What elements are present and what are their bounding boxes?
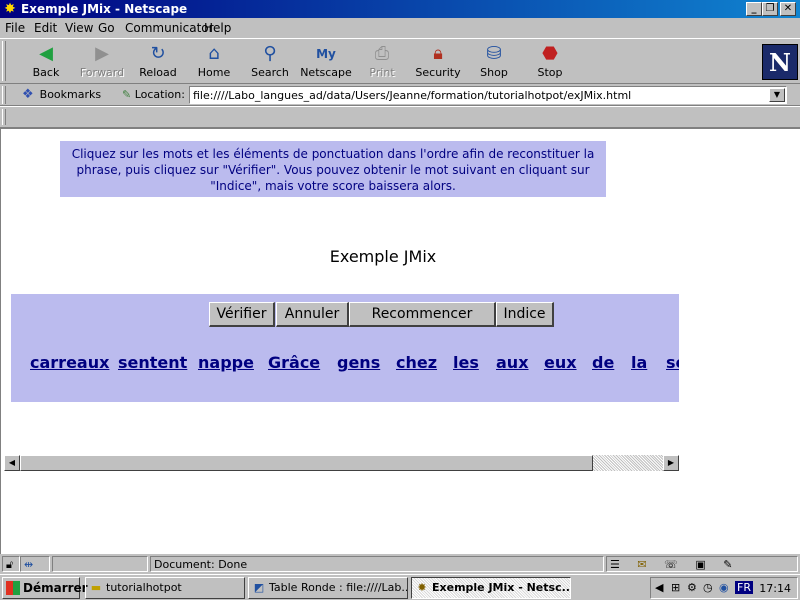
- location-input[interactable]: file:////Labo_langues_ad/data/Users/Jean…: [189, 86, 787, 104]
- location-bar: ❖ Bookmarks ✎ Location: file:////Labo_lan…: [0, 84, 800, 106]
- security-button[interactable]: 🔒︎ Security: [410, 43, 466, 83]
- word-tile[interactable]: se: [666, 353, 679, 372]
- tray-sync-icon[interactable]: ◷: [703, 581, 713, 594]
- personal-toolbar-grip[interactable]: [2, 109, 6, 125]
- my-netscape-icon: My: [316, 47, 336, 61]
- word-tile[interactable]: de: [592, 353, 614, 372]
- netscape-logo[interactable]: N: [762, 44, 798, 80]
- close-button[interactable]: ✕: [780, 2, 796, 16]
- progress-bar: [52, 556, 148, 572]
- lock-icon: 🔒︎: [433, 43, 443, 64]
- navigation-toolbar: ◀ Back ▶ Forward ↻ Reload ⌂ Home ⚲ Searc…: [0, 38, 800, 84]
- word-tile[interactable]: les: [453, 353, 479, 372]
- title-bar[interactable]: ✸ Exemple JMix - Netscape _ ❐ ✕: [0, 0, 800, 18]
- home-icon: ⌂: [208, 43, 220, 64]
- status-text: Document: Done: [150, 556, 604, 572]
- tray-eye-icon[interactable]: ◉: [719, 581, 729, 594]
- clock[interactable]: 17:14: [759, 582, 791, 595]
- hint-button[interactable]: Indice: [496, 302, 554, 327]
- volume-icon[interactable]: ◀: [655, 581, 663, 594]
- tray-app-icon[interactable]: ⊞: [671, 581, 680, 594]
- exercise-panel: Vérifier Annuler Recommencer Indice carr…: [11, 294, 679, 402]
- instructions-box: Cliquez sur les mots et les éléments de …: [60, 141, 606, 197]
- restart-button[interactable]: Recommencer: [349, 302, 496, 327]
- personal-toolbar: [0, 106, 800, 128]
- taskbar-item-folder[interactable]: ▬ tutorialhotpot: [85, 577, 245, 599]
- composer-icon[interactable]: ✎: [723, 558, 732, 571]
- scroll-left-button[interactable]: ◀: [4, 455, 20, 471]
- taskbar-item-table-ronde[interactable]: ◩ Table Ronde : file:////Lab...: [248, 577, 408, 599]
- word-tile[interactable]: carreaux: [30, 353, 109, 372]
- print-button[interactable]: ⎙ Print: [354, 43, 410, 83]
- exercise-title: Exemple JMix: [329, 247, 437, 266]
- scroll-right-button[interactable]: ▶: [663, 455, 679, 471]
- forward-button[interactable]: ▶ Forward: [74, 43, 130, 83]
- online-status-icon[interactable]: ⇹: [20, 556, 50, 572]
- system-tray: ◀ ⊞ ⚙ ◷ ◉ FR 17:14: [650, 577, 798, 599]
- word-tile[interactable]: sentent: [118, 353, 187, 372]
- search-button[interactable]: ⚲ Search: [242, 43, 298, 83]
- address-book-icon[interactable]: ▣: [695, 558, 705, 571]
- window-title: Exemple JMix - Netscape: [21, 2, 188, 16]
- reload-icon: ↻: [150, 43, 166, 64]
- home-button[interactable]: ⌂ Home: [186, 43, 242, 83]
- folder-icon: ▬: [90, 581, 102, 594]
- netscape-button[interactable]: My Netscape: [298, 43, 354, 83]
- word-tile[interactable]: Grâce: [268, 353, 320, 372]
- maximize-button[interactable]: ❐: [762, 2, 778, 16]
- menu-edit[interactable]: Edit: [34, 21, 57, 35]
- back-arrow-icon: ◀: [39, 43, 53, 64]
- shopping-bag-icon: ⛁: [486, 43, 502, 64]
- shop-button[interactable]: ⛁ Shop: [466, 43, 522, 83]
- page-proxy-icon[interactable]: ✎: [122, 88, 131, 101]
- forward-arrow-icon: ▶: [95, 43, 109, 64]
- reload-button[interactable]: ↻ Reload: [130, 43, 186, 83]
- horizontal-scrollbar[interactable]: ◀ ▶: [4, 455, 679, 471]
- menu-go[interactable]: Go: [98, 21, 115, 35]
- start-button[interactable]: Démarrer: [2, 577, 88, 599]
- word-tile[interactable]: chez: [396, 353, 437, 372]
- word-tile[interactable]: nappe: [198, 353, 254, 372]
- windows-taskbar: Démarrer ▬ tutorialhotpot ◩ Table Ronde …: [0, 574, 800, 600]
- back-button[interactable]: ◀ Back: [18, 43, 74, 83]
- verify-button[interactable]: Vérifier: [209, 302, 275, 327]
- navigator-icon[interactable]: ☰: [610, 558, 620, 571]
- menu-view[interactable]: View: [65, 21, 93, 35]
- location-grip[interactable]: [2, 86, 6, 104]
- stop-icon: ⬣: [542, 43, 558, 64]
- word-tile[interactable]: la: [631, 353, 647, 372]
- netscape-icon: ✸: [417, 581, 427, 594]
- scroll-thumb[interactable]: [20, 455, 593, 471]
- word-tile[interactable]: aux: [496, 353, 529, 372]
- menu-file[interactable]: File: [5, 21, 25, 35]
- undo-button[interactable]: Annuler: [276, 302, 349, 327]
- location-label: ✎ Location:: [122, 88, 185, 101]
- word-tile[interactable]: eux: [544, 353, 577, 372]
- toolbar-grip[interactable]: [2, 41, 6, 81]
- bookmarks-button[interactable]: ❖ Bookmarks: [22, 87, 101, 102]
- mail-icon[interactable]: ✉: [637, 558, 646, 571]
- taskbar-item-exemple-jmix[interactable]: ✸ Exemple JMix - Netsc...: [411, 577, 571, 599]
- location-dropdown-button[interactable]: ▼: [769, 88, 785, 102]
- windows-logo-icon: [6, 581, 20, 595]
- menu-help[interactable]: Help: [204, 21, 231, 35]
- netscape-app-icon: ✸: [4, 1, 16, 17]
- netscape-composer-icon: ◩: [253, 581, 265, 594]
- minimize-button[interactable]: _: [746, 2, 762, 16]
- bookmarks-icon: ❖: [22, 87, 34, 102]
- menu-communicator[interactable]: Communicator: [125, 21, 214, 35]
- security-status-icon[interactable]: 🔓︎: [2, 556, 20, 572]
- search-icon: ⚲: [263, 43, 277, 64]
- component-bar: ☰ ✉ ☏ ▣ ✎: [606, 556, 798, 572]
- status-bar: 🔓︎ ⇹ Document: Done ☰ ✉ ☏ ▣ ✎: [0, 554, 800, 574]
- printer-icon: ⎙: [374, 43, 390, 64]
- language-indicator[interactable]: FR: [735, 581, 753, 594]
- network-icon[interactable]: ⚙: [687, 581, 697, 594]
- stop-button[interactable]: ⬣ Stop: [522, 43, 578, 83]
- discussion-icon[interactable]: ☏: [664, 558, 678, 571]
- word-tile[interactable]: gens: [337, 353, 380, 372]
- menu-bar: File Edit View Go Communicator Help: [0, 18, 800, 38]
- page-content: Cliquez sur les mots et les éléments de …: [0, 128, 800, 554]
- scroll-track[interactable]: [593, 455, 663, 471]
